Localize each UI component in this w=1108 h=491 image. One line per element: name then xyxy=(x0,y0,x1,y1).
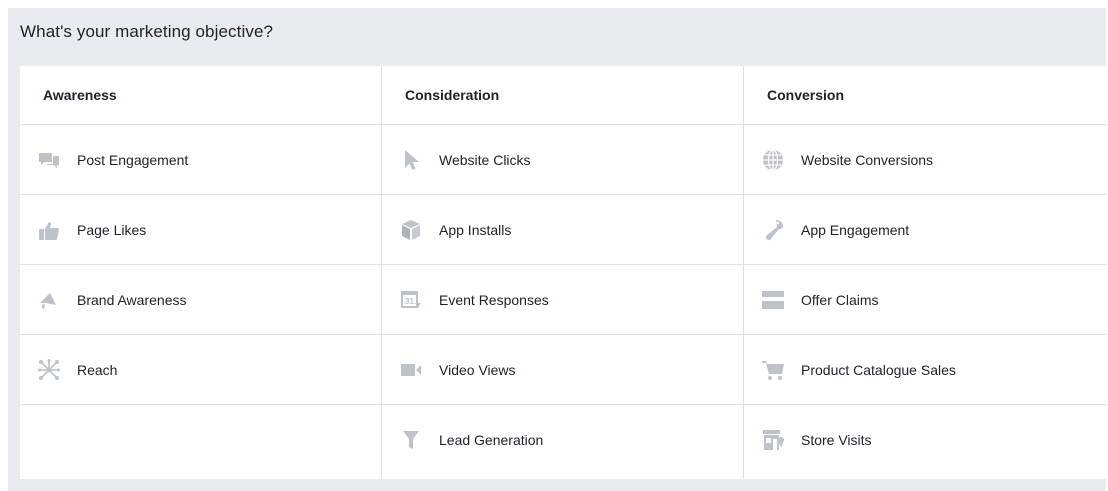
panel-title: What's your marketing objective? xyxy=(20,22,274,41)
option-label: App Installs xyxy=(439,221,512,238)
globe-icon xyxy=(761,148,785,172)
option-lead-generation[interactable]: Lead Generation xyxy=(382,405,743,475)
megaphone-icon xyxy=(37,288,61,312)
column-consideration: Consideration Website Clicks App Install… xyxy=(382,66,744,479)
option-offer-claims[interactable]: Offer Claims xyxy=(744,265,1106,335)
video-camera-icon xyxy=(399,358,423,382)
option-brand-awareness[interactable]: Brand Awareness xyxy=(20,265,381,335)
option-store-visits[interactable]: Store Visits xyxy=(744,405,1106,475)
option-label: Reach xyxy=(77,361,118,378)
option-video-views[interactable]: Video Views xyxy=(382,335,743,405)
option-label: Offer Claims xyxy=(801,291,879,308)
funnel-icon xyxy=(399,428,423,452)
option-app-installs[interactable]: App Installs xyxy=(382,195,743,265)
option-post-engagement[interactable]: Post Engagement xyxy=(20,125,381,195)
option-label: Product Catalogue Sales xyxy=(801,361,956,378)
shopping-cart-icon xyxy=(761,358,785,382)
column-header-awareness: Awareness xyxy=(20,66,381,125)
game-controller-icon xyxy=(761,218,785,242)
box-icon xyxy=(399,218,423,242)
column-conversion: Conversion Website Conversions App Engag… xyxy=(744,66,1106,479)
svg-text:31: 31 xyxy=(405,297,414,306)
option-label: App Engagement xyxy=(801,221,910,238)
calendar-icon: 31 xyxy=(399,288,423,312)
option-event-responses[interactable]: 31 Event Responses xyxy=(382,265,743,335)
offer-icon xyxy=(761,288,785,312)
empty-cell xyxy=(20,405,381,475)
thumbs-up-icon xyxy=(37,218,61,242)
column-awareness: Awareness Post Engagement Page Likes Bra… xyxy=(20,66,382,479)
reach-network-icon xyxy=(37,358,61,382)
marketing-objective-panel: What's your marketing objective? Awarene… xyxy=(8,8,1106,491)
option-website-clicks[interactable]: Website Clicks xyxy=(382,125,743,195)
column-header-consideration: Consideration xyxy=(382,66,743,125)
column-header-conversion: Conversion xyxy=(744,66,1106,125)
option-label: Event Responses xyxy=(439,291,549,308)
option-label: Video Views xyxy=(439,361,516,378)
option-label: Store Visits xyxy=(801,432,872,448)
option-label: Website Conversions xyxy=(801,151,934,168)
option-label: Lead Generation xyxy=(439,432,544,448)
option-label: Brand Awareness xyxy=(77,291,187,308)
option-product-catalogue-sales[interactable]: Product Catalogue Sales xyxy=(744,335,1106,405)
speech-bubbles-icon xyxy=(37,148,61,172)
option-page-likes[interactable]: Page Likes xyxy=(20,195,381,265)
option-label: Page Likes xyxy=(77,221,147,238)
option-website-conversions[interactable]: Website Conversions xyxy=(744,125,1106,195)
option-label: Post Engagement xyxy=(77,151,189,168)
store-icon xyxy=(761,428,785,452)
option-reach[interactable]: Reach xyxy=(20,335,381,405)
objective-grid: Awareness Post Engagement Page Likes Bra… xyxy=(20,66,1106,479)
cursor-icon xyxy=(399,148,423,172)
option-label: Website Clicks xyxy=(439,151,531,168)
option-app-engagement[interactable]: App Engagement xyxy=(744,195,1106,265)
